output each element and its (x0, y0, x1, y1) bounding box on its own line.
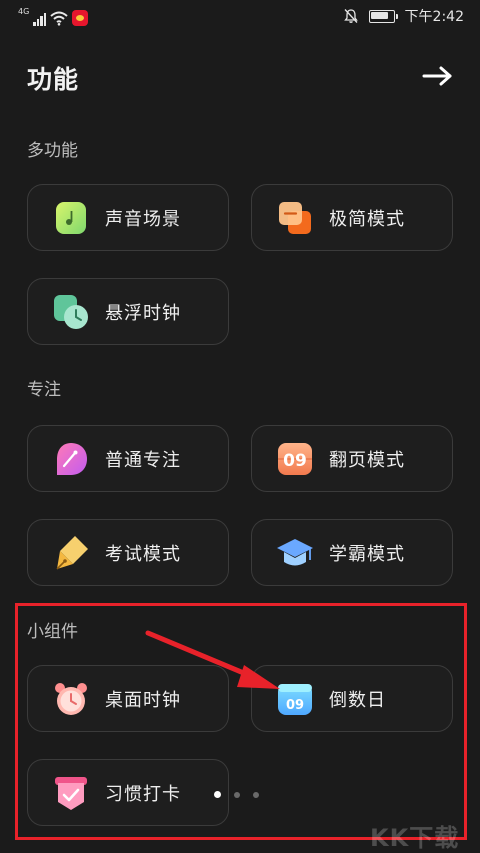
section-label-focus: 专注 (27, 380, 61, 400)
normal-focus-icon (57, 442, 87, 475)
tile-sound-scene[interactable]: 声音场景 (27, 184, 229, 251)
weibo-app-icon (72, 10, 89, 26)
status-left: 4G (18, 6, 89, 26)
signal-icon (33, 12, 47, 26)
status-right: 下午2:42 (343, 6, 464, 26)
sound-scene-icon (56, 201, 86, 234)
page-title: 功能 (27, 65, 80, 94)
tile-exam-mode[interactable]: 考试模式 (27, 519, 229, 586)
minimal-mode-icon (279, 201, 311, 234)
tile-label: 桌面时钟 (105, 689, 181, 711)
countdown-calendar-icon: 09 (278, 683, 312, 715)
tile-label: 学霸模式 (329, 543, 405, 565)
exam-pen-icon (56, 535, 88, 570)
habit-checkin-icon (55, 776, 87, 810)
graduation-cap-icon (277, 538, 313, 565)
tile-minimal-mode[interactable]: 极简模式 (251, 184, 453, 251)
countdown-icon-digits: 09 (286, 698, 304, 713)
status-time: 下午2:42 (404, 9, 464, 25)
alarm-clock-icon (55, 682, 87, 715)
tile-label: 习惯打卡 (105, 783, 181, 805)
page-indicator (214, 791, 259, 798)
tile-flip-mode[interactable]: 09 翻页模式 (251, 425, 453, 492)
tile-scholar-mode[interactable]: 学霸模式 (251, 519, 453, 586)
tile-habit-checkin[interactable]: 习惯打卡 (27, 759, 229, 826)
page-dot (234, 791, 240, 798)
tile-label: 极简模式 (329, 208, 405, 230)
tile-label: 翻页模式 (329, 449, 405, 471)
tile-label: 倒数日 (329, 689, 386, 711)
page-dot (253, 791, 259, 798)
wifi-icon (50, 11, 68, 26)
section-label-widgets: 小组件 (27, 622, 78, 642)
watermark: KK下载 (370, 824, 460, 852)
battery-icon (368, 9, 398, 23)
tile-label: 悬浮时钟 (105, 302, 181, 324)
flip-mode-icon: 09 (278, 442, 312, 475)
tile-label: 考试模式 (105, 543, 181, 565)
flip-icon-digits: 09 (283, 451, 307, 471)
tile-floating-clock[interactable]: 悬浮时钟 (27, 278, 229, 345)
section-label-multifunction: 多功能 (27, 141, 78, 161)
arrow-right-icon[interactable] (422, 65, 454, 87)
page-dot-active (214, 791, 221, 798)
network-type: 4G (18, 7, 30, 16)
tile-normal-focus[interactable]: 普通专注 (27, 425, 229, 492)
tile-desk-clock[interactable]: 桌面时钟 (27, 665, 229, 732)
floating-clock-icon (54, 294, 88, 329)
status-bar: 4G 下午2:42 (0, 0, 480, 34)
tile-label: 声音场景 (105, 208, 181, 230)
tile-label: 普通专注 (105, 449, 181, 471)
notification-mute-icon (343, 9, 358, 23)
tile-countdown-day[interactable]: 09 倒数日 (251, 665, 453, 732)
